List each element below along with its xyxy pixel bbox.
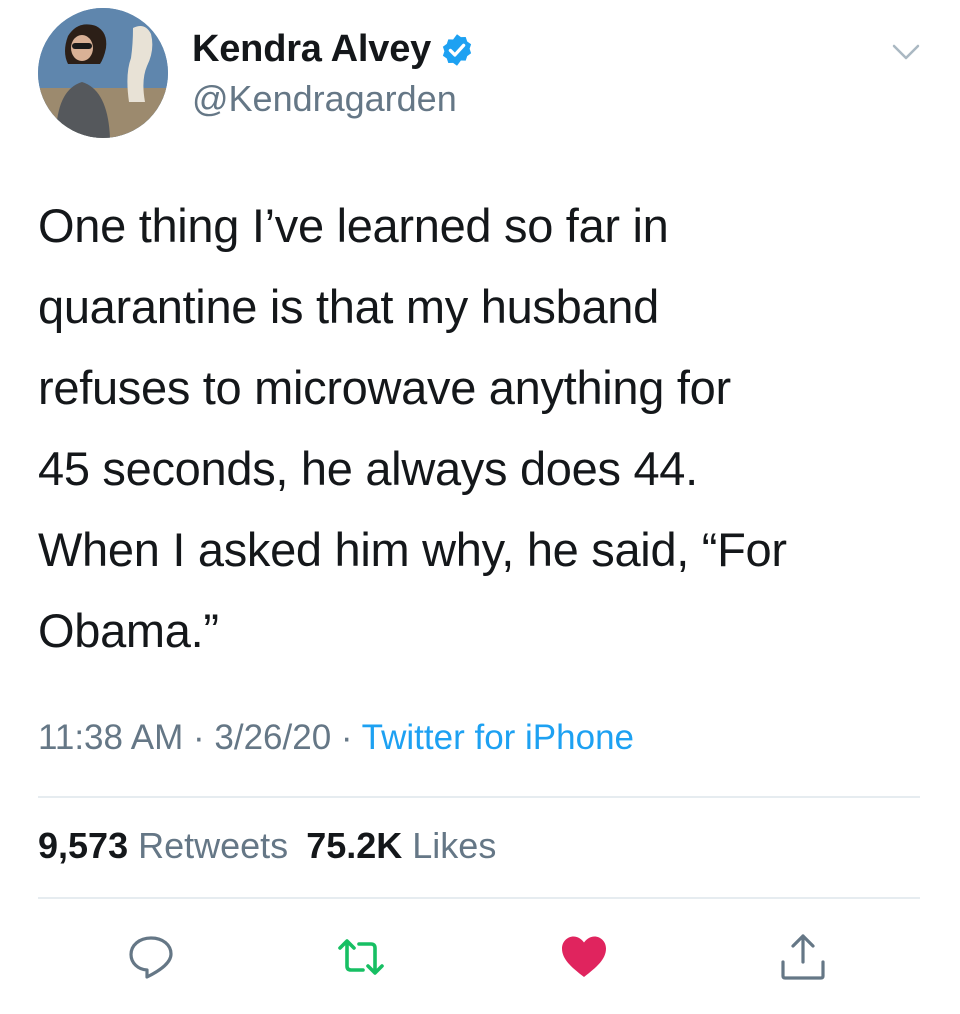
retweet-button[interactable]	[336, 932, 386, 982]
like-heart-icon	[562, 936, 606, 977]
share-button[interactable]	[778, 932, 828, 982]
retweet-icon	[338, 939, 384, 975]
chevron-down-icon[interactable]	[888, 38, 924, 68]
display-name[interactable]: Kendra Alvey	[192, 28, 431, 71]
tweet-metadata: 11:38 AM · 3/26/20 · Twitter for iPhone	[38, 718, 634, 758]
engagement-stats: 9,573 Retweets 75.2K Likes	[38, 825, 496, 867]
likes-label: Likes	[412, 825, 497, 866]
tweet-date[interactable]: 3/26/20	[214, 718, 331, 757]
user-handle[interactable]: @Kendragarden	[192, 78, 457, 120]
tweet-time[interactable]: 11:38 AM	[38, 718, 183, 757]
divider	[38, 796, 920, 798]
author-name-row[interactable]: Kendra Alvey	[192, 28, 475, 71]
meta-separator: ·	[193, 718, 205, 757]
retweets-label: Retweets	[138, 825, 289, 866]
verified-badge-icon	[439, 32, 475, 68]
reply-button[interactable]	[126, 932, 176, 982]
retweets-stat[interactable]: 9,573 Retweets	[38, 825, 288, 866]
reply-icon	[129, 936, 173, 979]
tweet-text: One thing I’ve learned so far in quarant…	[38, 199, 787, 657]
divider	[38, 897, 920, 899]
likes-count: 75.2K	[306, 825, 403, 866]
share-icon	[781, 934, 825, 980]
retweets-count: 9,573	[38, 825, 129, 866]
avatar[interactable]	[38, 8, 168, 138]
meta-separator: ·	[340, 718, 353, 757]
like-button[interactable]	[559, 932, 609, 982]
likes-stat[interactable]: 75.2K Likes	[306, 825, 496, 866]
tweet-source-link[interactable]: Twitter for iPhone	[362, 718, 634, 757]
